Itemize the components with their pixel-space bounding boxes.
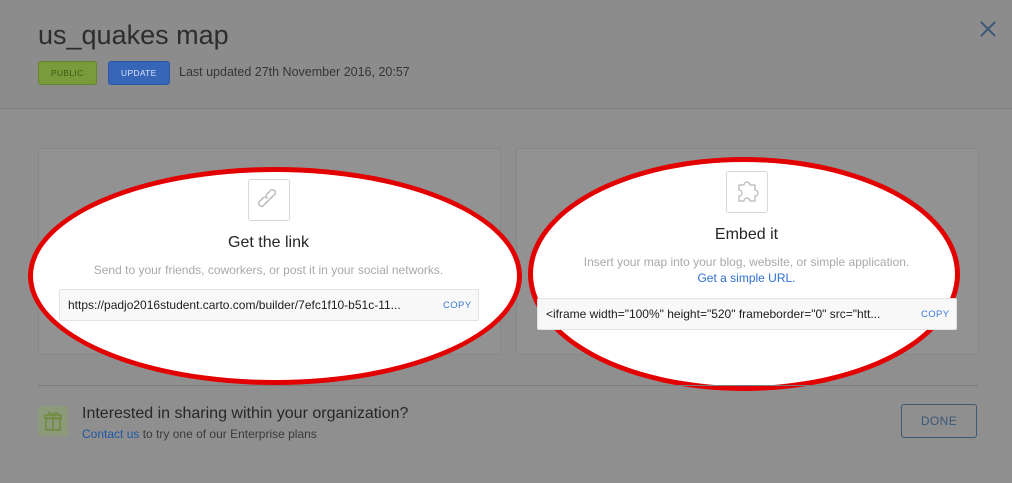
link-icon (248, 179, 290, 221)
link-card-content: Get the link Send to your friends, cowor… (38, 148, 499, 353)
copy-embed-button[interactable]: COPY (921, 309, 950, 320)
share-modal: us_quakes map PUBLIC UPDATE Last updated… (0, 0, 1012, 483)
footer-divider (38, 385, 978, 386)
simple-url-link[interactable]: Get a simple URL. (516, 271, 977, 285)
last-updated-text: Last updated 27th November 2016, 20:57 (179, 65, 410, 79)
close-icon[interactable] (977, 18, 999, 40)
embed-code-field[interactable]: <iframe width="100%" height="520" frameb… (537, 298, 957, 330)
contact-us-link[interactable]: Contact us (82, 427, 139, 441)
puzzle-icon (726, 171, 768, 213)
update-button[interactable]: UPDATE (108, 61, 170, 85)
enterprise-subtitle: Contact us to try one of our Enterprise … (82, 427, 317, 441)
copy-link-button[interactable]: COPY (443, 300, 472, 311)
embed-card-description: Insert your map into your blog, website,… (583, 255, 910, 269)
embed-card-title: Embed it (714, 226, 779, 243)
modal-header: us_quakes map PUBLIC UPDATE Last updated… (0, 0, 1012, 109)
share-link-url[interactable]: https://padjo2016student.carto.com/build… (68, 298, 430, 312)
embed-card-content: Embed it Insert your map into your blog,… (516, 148, 977, 353)
enterprise-title: Interested in sharing within your organi… (82, 405, 409, 422)
link-card-description: Send to your friends, coworkers, or post… (93, 263, 444, 277)
done-button[interactable]: DONE (901, 404, 977, 438)
link-card-title: Get the link (228, 234, 309, 251)
gift-icon (38, 406, 68, 436)
map-title: us_quakes map (38, 20, 229, 50)
public-badge[interactable]: PUBLIC (38, 61, 97, 85)
share-link-field[interactable]: https://padjo2016student.carto.com/build… (59, 289, 479, 321)
enterprise-subtitle-rest: to try one of our Enterprise plans (139, 427, 317, 441)
embed-code-text[interactable]: <iframe width="100%" height="520" frameb… (546, 307, 908, 321)
